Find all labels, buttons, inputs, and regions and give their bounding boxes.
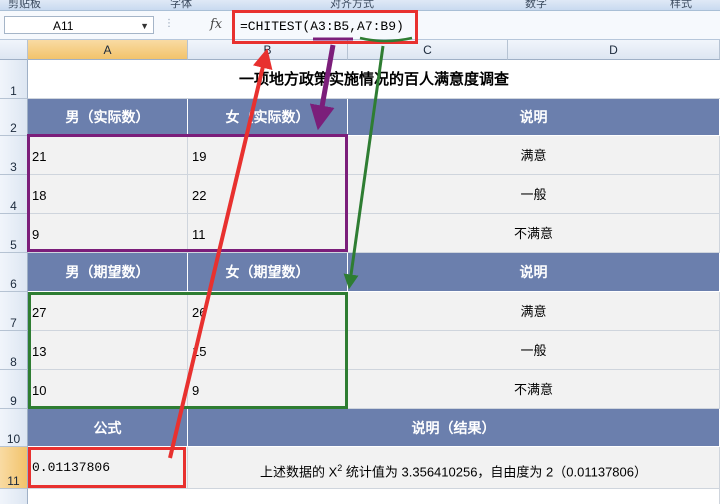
- cell-c4[interactable]: 一般: [348, 175, 720, 214]
- row-header-5[interactable]: 5: [0, 214, 28, 253]
- ribbon-group-font[interactable]: 字体: [170, 0, 192, 10]
- name-box-value: A11: [53, 19, 74, 33]
- cell-c9[interactable]: 不满意: [348, 370, 720, 409]
- cell-a3[interactable]: 21: [28, 136, 188, 175]
- ribbon-group-clipboard[interactable]: 剪贴板: [8, 0, 41, 10]
- column-header-d[interactable]: D: [508, 40, 720, 60]
- cell-a9[interactable]: 10: [28, 370, 188, 409]
- cell-b9[interactable]: 9: [188, 370, 348, 409]
- row-header-2[interactable]: 2: [0, 99, 28, 136]
- cell-c8[interactable]: 一般: [348, 331, 720, 370]
- header-female-actual[interactable]: 女（实际数）: [188, 99, 348, 136]
- cell-b11-result-text[interactable]: 上述数据的 X2 统计值为 3.356410256，自由度为 2（0.01137…: [188, 447, 720, 489]
- ribbon-group-styles[interactable]: 样式: [670, 0, 692, 10]
- cell-b4[interactable]: 22: [188, 175, 348, 214]
- cell-c7[interactable]: 满意: [348, 292, 720, 331]
- cell-b5[interactable]: 11: [188, 214, 348, 253]
- drag-handle-icon[interactable]: ⋮: [164, 18, 174, 29]
- cell-b3[interactable]: 19: [188, 136, 348, 175]
- row-header-8[interactable]: 8: [0, 331, 28, 370]
- cell-a11-formula-result[interactable]: 0.01137806: [28, 447, 188, 489]
- chevron-down-icon[interactable]: ▼: [140, 17, 149, 35]
- row-header-4[interactable]: 4: [0, 175, 28, 214]
- header-male-expected[interactable]: 男（期望数）: [28, 253, 188, 292]
- cell-c5[interactable]: 不满意: [348, 214, 720, 253]
- cell-a5[interactable]: 9: [28, 214, 188, 253]
- ribbon: 剪贴板 字体 对齐方式 数字 样式: [0, 0, 720, 11]
- sheet-title[interactable]: 一项地方政策实施情况的百人满意度调查: [28, 60, 720, 99]
- cell-b8[interactable]: 15: [188, 331, 348, 370]
- cell-b7[interactable]: 26: [188, 292, 348, 331]
- cell-c3[interactable]: 满意: [348, 136, 720, 175]
- row-header-1[interactable]: 1: [0, 60, 28, 99]
- insert-function-icon[interactable]: fx: [210, 17, 222, 32]
- result-text-before: 上述数据的 X: [259, 464, 338, 480]
- ribbon-group-number[interactable]: 数字: [525, 0, 547, 10]
- ribbon-group-alignment[interactable]: 对齐方式: [330, 0, 374, 10]
- row-header-12[interactable]: [0, 489, 28, 504]
- row-header-10[interactable]: 10: [0, 409, 28, 447]
- cell-a4[interactable]: 18: [28, 175, 188, 214]
- result-text-after: 统计值为 3.356410256，自由度为 2（0.01137806）: [342, 464, 647, 480]
- header-description-actual[interactable]: 说明: [348, 99, 720, 136]
- column-header-a[interactable]: A: [28, 40, 188, 60]
- row-header-11[interactable]: 11: [0, 447, 28, 489]
- header-result[interactable]: 说明（结果）: [188, 409, 720, 447]
- row-header-3[interactable]: 3: [0, 136, 28, 175]
- row-header-7[interactable]: 7: [0, 292, 28, 331]
- header-female-expected[interactable]: 女（期望数）: [188, 253, 348, 292]
- empty-row-12[interactable]: [28, 489, 720, 504]
- header-description-expected[interactable]: 说明: [348, 253, 720, 292]
- select-all-corner[interactable]: [0, 40, 28, 60]
- formula-input[interactable]: =CHITEST(A3:B5,A7:B9): [234, 16, 404, 38]
- name-box[interactable]: A11 ▼: [4, 16, 154, 34]
- column-header-c[interactable]: C: [348, 40, 508, 60]
- cell-a8[interactable]: 13: [28, 331, 188, 370]
- column-header-b[interactable]: B: [188, 40, 348, 60]
- header-male-actual[interactable]: 男（实际数）: [28, 99, 188, 136]
- formula-bar: A11 ▼ ⋮ fx =CHITEST(A3:B5,A7:B9): [0, 11, 720, 40]
- header-formula[interactable]: 公式: [28, 409, 188, 447]
- cell-a7[interactable]: 27: [28, 292, 188, 331]
- row-header-6[interactable]: 6: [0, 253, 28, 292]
- row-header-9[interactable]: 9: [0, 370, 28, 409]
